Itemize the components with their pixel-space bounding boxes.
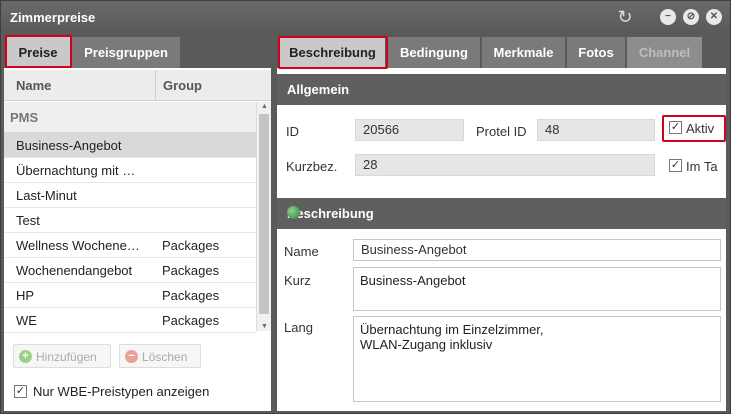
kurz-text: Business-Angebot [360,273,466,288]
list-scrollbar[interactable]: ▲ ▼ [256,102,271,331]
list-item[interactable]: Übernachtung mit … [4,158,256,183]
list-item-name: Wochenendangebot [16,263,133,278]
list-item-name: HP [16,288,35,303]
window-title: Zimmerpreise [10,10,96,25]
minus-icon: − [125,350,138,363]
description-section-title: Beschreibung [287,206,374,221]
name-label: Name [284,244,319,259]
general-section-header: Allgemein [277,74,726,105]
im-ta-checkbox[interactable]: ✓ [669,159,682,172]
close-icon[interactable]: ✕ [706,9,722,25]
tab-fotos[interactable]: Fotos [567,37,625,68]
kurz-field[interactable]: Business-Angebot [353,267,721,311]
list-header: Name Group [4,70,271,101]
delete-button[interactable]: − Löschen [119,344,201,368]
group-label: PMS [10,110,39,125]
settings-icon[interactable]: ⊘ [683,9,699,25]
price-list-panel: Preise Preisgruppen Name Group PMS Busin… [4,35,271,411]
column-group[interactable]: Group [163,78,202,93]
list-item-name: Last-Minut [16,188,77,203]
refresh-icon[interactable]: ↻ [615,7,635,27]
title-bar: Zimmerpreise ↻ − ⊘ ✕ [1,1,730,35]
list-item[interactable]: Wellness Wochene… Packages [4,233,256,258]
aktiv-highlight [662,115,726,142]
list-item[interactable]: Wochenendangebot Packages [4,258,256,283]
preise-tab-highlight [5,35,72,68]
id-label: ID [286,124,299,139]
group-row-pms[interactable]: PMS [4,102,256,133]
tab-preisgruppen[interactable]: Preisgruppen [72,37,180,68]
tab-merkmale[interactable]: Merkmale [482,37,565,68]
list-item-name: Wellness Wochene… [16,238,140,253]
price-list: Business-Angebot Übernachtung mit … Last… [4,133,256,333]
im-ta-label: Im Ta [686,159,718,174]
protel-id-field: 48 [537,119,655,141]
globe-icon[interactable] [287,206,300,219]
list-item-name: Test [16,213,40,228]
kurzbez-field[interactable]: 28 [355,154,655,176]
delete-button-label: Löschen [142,350,188,364]
add-button[interactable]: + Hinzufügen [13,344,111,368]
zimmerpreise-window: Zimmerpreise ↻ − ⊘ ✕ Preise Preisgruppen… [0,0,731,414]
kurzbez-label: Kurzbez. [286,159,338,174]
lang-text-line-1: Übernachtung im Einzelzimmer, [360,322,544,337]
column-name[interactable]: Name [16,78,51,93]
lang-label: Lang [284,320,313,335]
kurz-label: Kurz [284,273,311,288]
id-field: 20566 [355,119,464,141]
wbe-filter-label: Nur WBE-Preistypen anzeigen [33,384,210,399]
list-item-name: Business-Angebot [16,138,122,153]
wbe-filter-checkbox[interactable]: ✓ [14,385,27,398]
left-tab-row: Preise Preisgruppen [4,35,271,68]
tab-channel: Channel [627,37,702,68]
list-item-group: Packages [162,288,220,303]
plus-icon: + [19,350,32,363]
tab-bedingung[interactable]: Bedingung [388,37,480,68]
column-separator [155,70,156,101]
list-item[interactable]: Test [4,208,256,233]
scroll-up-icon[interactable]: ▲ [260,103,269,110]
scroll-down-icon[interactable]: ▼ [260,323,269,330]
list-item-group: Packages [162,263,220,278]
list-item[interactable]: HP Packages [4,283,256,308]
list-item[interactable]: WE Packages [4,308,256,333]
list-item[interactable]: Business-Angebot [4,133,256,158]
name-field[interactable]: Business-Angebot [353,239,721,261]
list-item-name: Übernachtung mit … [16,163,136,178]
beschreibung-tab-highlight [278,36,388,69]
general-section-title: Allgemein [287,82,350,97]
minimize-icon[interactable]: − [660,9,676,25]
list-item-name: WE [16,313,37,328]
lang-field[interactable]: Übernachtung im Einzelzimmer, WLAN-Zugan… [353,316,721,402]
add-button-label: Hinzufügen [36,350,97,364]
list-item[interactable]: Last-Minut [4,183,256,208]
list-item-group: Packages [162,313,220,328]
right-tab-row: Beschreibung Bedingung Merkmale Fotos Ch… [277,35,726,69]
scroll-thumb[interactable] [259,114,269,314]
list-item-group: Packages [162,238,220,253]
lang-text-line-2: WLAN-Zugang inklusiv [360,337,493,352]
description-section-header: Beschreibung [277,198,726,229]
protel-id-label: Protel ID [476,124,527,139]
detail-panel: Beschreibung Bedingung Merkmale Fotos Ch… [277,35,726,411]
